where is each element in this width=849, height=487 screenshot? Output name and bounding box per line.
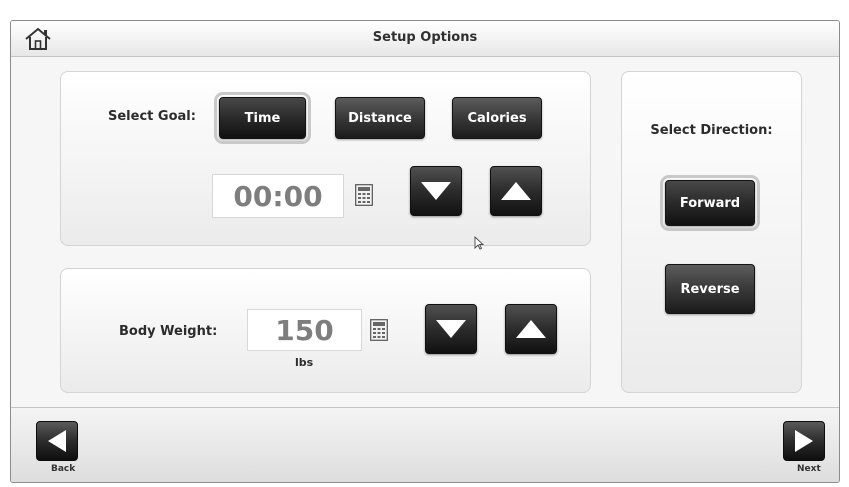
select-goal-label: Select Goal: bbox=[108, 109, 196, 124]
arrow-down-icon bbox=[421, 182, 451, 200]
arrow-down-icon bbox=[436, 320, 466, 338]
mouse-cursor-icon bbox=[474, 236, 484, 250]
back-label: Back bbox=[51, 464, 76, 474]
direction-forward-button[interactable]: Forward bbox=[660, 175, 760, 231]
setup-screen: Setup Options Select Goal: Time Distance… bbox=[10, 20, 840, 483]
arrow-left-icon bbox=[48, 430, 66, 452]
select-direction-label: Select Direction: bbox=[650, 123, 773, 138]
body-weight-unit: lbs bbox=[295, 356, 314, 369]
body-weight-panel: Body Weight: 150 lbs bbox=[60, 268, 591, 393]
next-button[interactable] bbox=[783, 421, 825, 461]
direction-panel: Select Direction: Forward Reverse bbox=[621, 71, 802, 393]
bottom-bar: Back Next bbox=[11, 407, 839, 482]
goal-distance-button[interactable]: Distance bbox=[335, 97, 425, 139]
direction-reverse-button[interactable]: Reverse bbox=[665, 264, 755, 314]
goal-panel: Select Goal: Time Distance Calories 00:0… bbox=[60, 71, 591, 246]
arrow-up-icon bbox=[501, 182, 531, 200]
title-bar: Setup Options bbox=[11, 21, 839, 57]
goal-increase-button[interactable] bbox=[490, 166, 542, 216]
body-weight-decrease-button[interactable] bbox=[425, 304, 477, 354]
goal-calories-button[interactable]: Calories bbox=[452, 97, 542, 139]
body-weight-value-display: 150 bbox=[247, 309, 362, 351]
back-button[interactable] bbox=[36, 421, 78, 461]
goal-keypad-icon[interactable] bbox=[355, 184, 373, 206]
goal-value-display: 00:00 bbox=[212, 174, 344, 218]
arrow-up-icon bbox=[516, 320, 546, 338]
body-weight-keypad-icon[interactable] bbox=[370, 319, 388, 341]
next-label: Next bbox=[797, 464, 821, 474]
page-title: Setup Options bbox=[372, 30, 478, 45]
arrow-right-icon bbox=[795, 430, 813, 452]
body-weight-label: Body Weight: bbox=[119, 324, 218, 339]
goal-decrease-button[interactable] bbox=[410, 166, 462, 216]
goal-time-button[interactable]: Time bbox=[214, 92, 311, 144]
body-weight-increase-button[interactable] bbox=[505, 304, 557, 354]
